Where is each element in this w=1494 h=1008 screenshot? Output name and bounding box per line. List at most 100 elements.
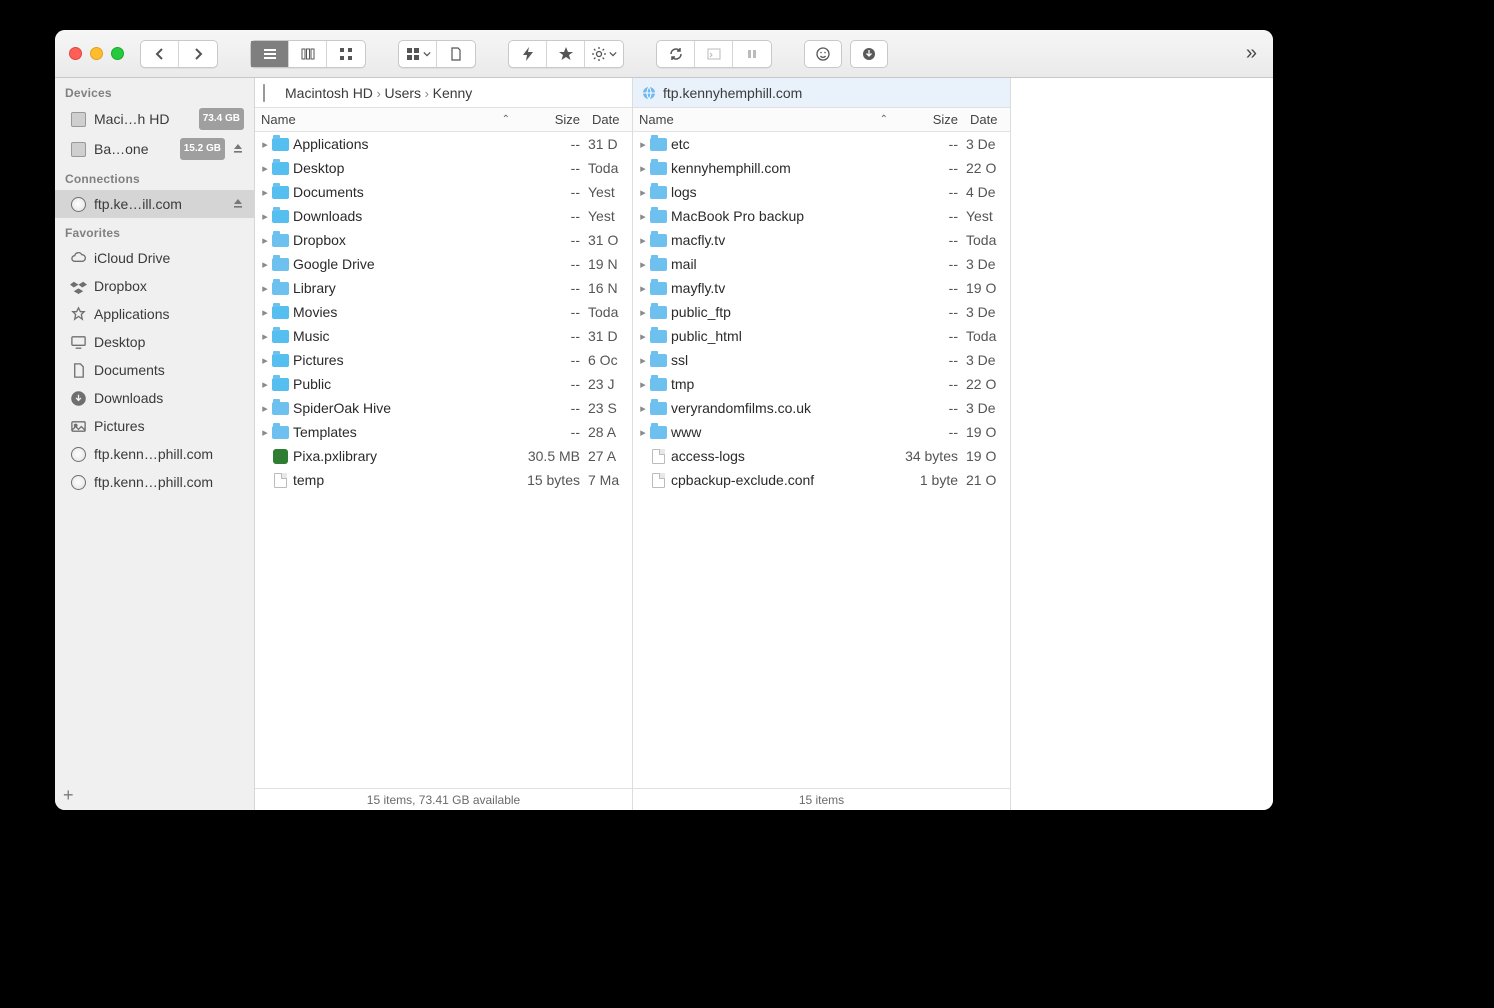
disclosure-triangle-icon[interactable]: ▸ xyxy=(259,402,271,415)
disclosure-triangle-icon[interactable]: ▸ xyxy=(259,378,271,391)
sidebar-item-favorite-5[interactable]: Downloads xyxy=(55,384,254,412)
disclosure-triangle-icon[interactable]: ▸ xyxy=(259,306,271,319)
sidebar-item-favorite-3[interactable]: Desktop xyxy=(55,328,254,356)
file-row[interactable]: ▸Google Drive--19 N xyxy=(255,252,632,276)
local-breadcrumb[interactable]: Macintosh HD › Users › Kenny xyxy=(255,78,632,108)
arrange-button[interactable] xyxy=(399,41,437,67)
disclosure-triangle-icon[interactable]: ▸ xyxy=(637,378,649,391)
disclosure-triangle-icon[interactable]: ▸ xyxy=(637,354,649,367)
disclosure-triangle-icon[interactable]: ▸ xyxy=(259,258,271,271)
file-row[interactable]: ▸kennyhemphill.com--22 O xyxy=(633,156,1010,180)
file-row[interactable]: ▸Pictures--6 Oc xyxy=(255,348,632,372)
sidebar-item-favorite-4[interactable]: Documents xyxy=(55,356,254,384)
download-button[interactable] xyxy=(850,40,888,68)
file-row[interactable]: ▸SpiderOak Hive--23 S xyxy=(255,396,632,420)
zoom-window-button[interactable] xyxy=(111,47,124,60)
file-row[interactable]: ▸mail--3 De xyxy=(633,252,1010,276)
disclosure-triangle-icon[interactable]: ▸ xyxy=(637,402,649,415)
file-row[interactable]: ▸Movies--Toda xyxy=(255,300,632,324)
file-row[interactable]: cpbackup-exclude.conf1 byte21 O xyxy=(633,468,1010,492)
file-row[interactable]: ▸Library--16 N xyxy=(255,276,632,300)
icon-view-button[interactable] xyxy=(327,41,365,67)
disclosure-triangle-icon[interactable]: ▸ xyxy=(259,354,271,367)
sidebar-item-device-0[interactable]: Maci…h HD73.4 GB xyxy=(55,104,254,134)
file-row[interactable]: ▸MacBook Pro backup--Yest xyxy=(633,204,1010,228)
sync-button[interactable] xyxy=(657,41,695,67)
remote-breadcrumb[interactable]: ftp.kennyhemphill.com xyxy=(633,78,1010,108)
settings-button[interactable] xyxy=(585,41,623,67)
close-window-button[interactable] xyxy=(69,47,82,60)
eject-icon[interactable] xyxy=(232,194,244,214)
sidebar-item-favorite-6[interactable]: Pictures xyxy=(55,412,254,440)
disclosure-triangle-icon[interactable]: ▸ xyxy=(637,426,649,439)
file-row[interactable]: ▸mayfly.tv--19 O xyxy=(633,276,1010,300)
minimize-window-button[interactable] xyxy=(90,47,103,60)
sidebar-item-connection-0[interactable]: ftp.ke…ill.com xyxy=(55,190,254,218)
file-row[interactable]: ▸Applications--31 D xyxy=(255,132,632,156)
back-button[interactable] xyxy=(141,41,179,67)
terminal-button[interactable] xyxy=(695,41,733,67)
file-row[interactable]: ▸macfly.tv--Toda xyxy=(633,228,1010,252)
sidebar-item-favorite-7[interactable]: ftp.kenn…phill.com xyxy=(55,440,254,468)
favorite-button[interactable] xyxy=(547,41,585,67)
file-row[interactable]: access-logs34 bytes19 O xyxy=(633,444,1010,468)
disclosure-triangle-icon[interactable]: ▸ xyxy=(637,330,649,343)
file-row[interactable]: ▸Templates--28 A xyxy=(255,420,632,444)
breadcrumb-segment[interactable]: ftp.kennyhemphill.com xyxy=(663,85,802,101)
disclosure-triangle-icon[interactable]: ▸ xyxy=(637,258,649,271)
quick-action-button[interactable] xyxy=(509,41,547,67)
new-file-button[interactable] xyxy=(437,41,475,67)
compare-button[interactable] xyxy=(733,41,771,67)
add-sidebar-item-button[interactable]: + xyxy=(63,785,74,806)
breadcrumb-segment[interactable]: Macintosh HD xyxy=(285,85,373,101)
disclosure-triangle-icon[interactable]: ▸ xyxy=(259,234,271,247)
file-row[interactable]: ▸ssl--3 De xyxy=(633,348,1010,372)
file-row[interactable]: ▸Desktop--Toda xyxy=(255,156,632,180)
disclosure-triangle-icon[interactable]: ▸ xyxy=(259,330,271,343)
disclosure-triangle-icon[interactable]: ▸ xyxy=(259,282,271,295)
file-row[interactable]: Pixa.pxlibrary30.5 MB27 A xyxy=(255,444,632,468)
toolbar-overflow-button[interactable]: » xyxy=(1240,42,1263,65)
file-row[interactable]: ▸Downloads--Yest xyxy=(255,204,632,228)
file-row[interactable]: ▸Public--23 J xyxy=(255,372,632,396)
disclosure-triangle-icon[interactable]: ▸ xyxy=(259,162,271,175)
file-row[interactable]: ▸public_html--Toda xyxy=(633,324,1010,348)
breadcrumb-segment[interactable]: Kenny xyxy=(433,85,473,101)
eject-icon[interactable] xyxy=(232,139,244,159)
disclosure-triangle-icon[interactable]: ▸ xyxy=(637,162,649,175)
column-view-button[interactable] xyxy=(289,41,327,67)
disclosure-triangle-icon[interactable]: ▸ xyxy=(259,138,271,151)
forward-button[interactable] xyxy=(179,41,217,67)
file-row[interactable]: ▸tmp--22 O xyxy=(633,372,1010,396)
remote-file-list[interactable]: ▸etc--3 De▸kennyhemphill.com--22 O▸logs-… xyxy=(633,132,1010,788)
emoji-button[interactable] xyxy=(804,40,842,68)
remote-column-header[interactable]: Name⌃ Size Date xyxy=(633,108,1010,132)
file-row[interactable]: ▸logs--4 De xyxy=(633,180,1010,204)
disclosure-triangle-icon[interactable]: ▸ xyxy=(259,426,271,439)
disclosure-triangle-icon[interactable]: ▸ xyxy=(637,282,649,295)
sidebar-item-favorite-8[interactable]: ftp.kenn…phill.com xyxy=(55,468,254,496)
sidebar-item-device-1[interactable]: Ba…one15.2 GB xyxy=(55,134,254,164)
disclosure-triangle-icon[interactable]: ▸ xyxy=(259,210,271,223)
disclosure-triangle-icon[interactable]: ▸ xyxy=(637,186,649,199)
file-row[interactable]: ▸etc--3 De xyxy=(633,132,1010,156)
sidebar-item-favorite-1[interactable]: Dropbox xyxy=(55,272,254,300)
disclosure-triangle-icon[interactable]: ▸ xyxy=(259,186,271,199)
file-row[interactable]: ▸veryrandomfilms.co.uk--3 De xyxy=(633,396,1010,420)
file-row[interactable]: ▸Music--31 D xyxy=(255,324,632,348)
disclosure-triangle-icon[interactable]: ▸ xyxy=(637,234,649,247)
file-row[interactable]: ▸Dropbox--31 O xyxy=(255,228,632,252)
file-row[interactable]: ▸public_ftp--3 De xyxy=(633,300,1010,324)
sidebar-item-favorite-2[interactable]: Applications xyxy=(55,300,254,328)
disclosure-triangle-icon[interactable]: ▸ xyxy=(637,138,649,151)
file-row[interactable]: ▸www--19 O xyxy=(633,420,1010,444)
file-row[interactable]: temp15 bytes7 Ma xyxy=(255,468,632,492)
breadcrumb-segment[interactable]: Users xyxy=(384,85,421,101)
local-column-header[interactable]: Name⌃ Size Date xyxy=(255,108,632,132)
local-file-list[interactable]: ▸Applications--31 D▸Desktop--Toda▸Docume… xyxy=(255,132,632,788)
list-view-button[interactable] xyxy=(251,41,289,67)
file-row[interactable]: ▸Documents--Yest xyxy=(255,180,632,204)
disclosure-triangle-icon[interactable]: ▸ xyxy=(637,306,649,319)
sidebar-item-favorite-0[interactable]: iCloud Drive xyxy=(55,244,254,272)
disclosure-triangle-icon[interactable]: ▸ xyxy=(637,210,649,223)
